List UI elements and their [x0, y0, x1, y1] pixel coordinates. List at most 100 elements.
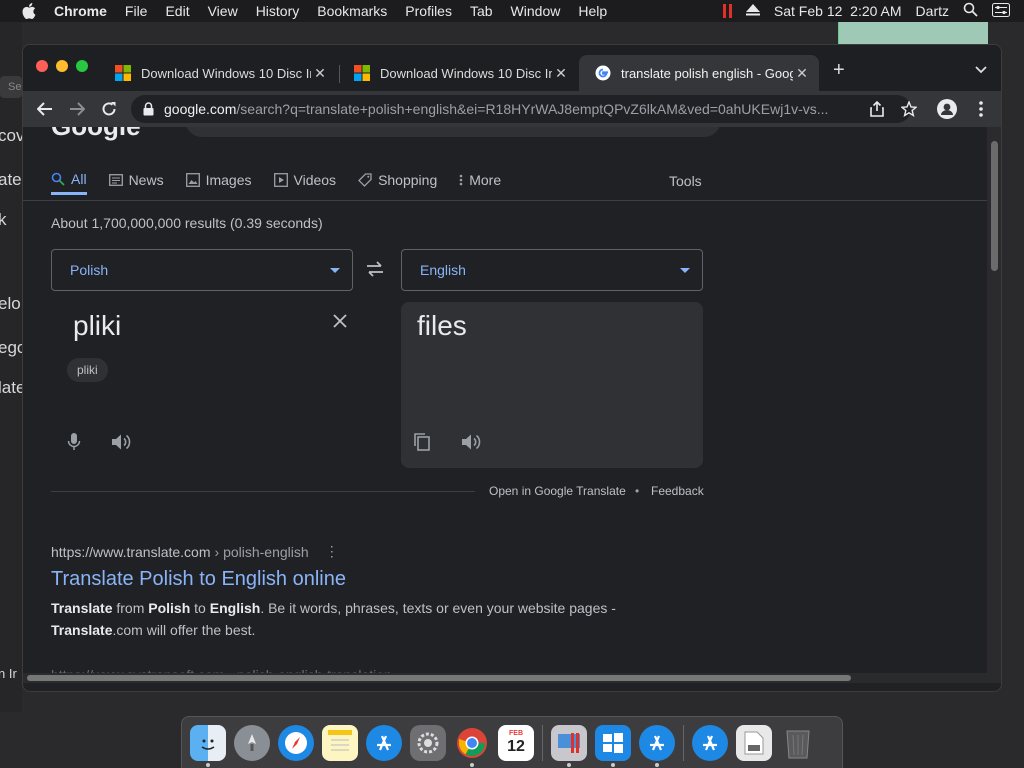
control-center-icon[interactable]	[992, 2, 1010, 20]
result-url-host: https://www.translate.com	[51, 543, 211, 560]
menu-user[interactable]: Dartz	[916, 3, 949, 19]
more-vert-icon	[459, 174, 463, 186]
clear-text-icon[interactable]	[333, 314, 347, 333]
trash-icon[interactable]	[780, 725, 816, 761]
tab-close-icon[interactable]: ✕	[793, 65, 811, 82]
scrollbar-thumb[interactable]	[27, 675, 851, 681]
document-icon[interactable]	[736, 724, 772, 761]
transliteration-chip[interactable]: pliki	[67, 358, 108, 382]
menu-window[interactable]: Window	[511, 3, 561, 19]
microsoft-icon	[354, 65, 370, 81]
close-window-button[interactable]	[36, 60, 48, 72]
menu-file[interactable]: File	[125, 3, 148, 19]
nav-tab-videos[interactable]: Videos	[273, 165, 336, 195]
target-language-select[interactable]: English	[401, 249, 703, 291]
lock-icon[interactable]	[143, 102, 154, 116]
windows-icon[interactable]	[595, 724, 631, 767]
zoom-window-button[interactable]	[76, 60, 88, 72]
menu-profiles[interactable]: Profiles	[405, 3, 452, 19]
bookmark-star-icon[interactable]	[899, 99, 919, 119]
minimize-window-button[interactable]	[56, 60, 68, 72]
speaker-icon[interactable]	[111, 433, 131, 456]
parallels-icon[interactable]	[551, 724, 587, 767]
menu-clock[interactable]: Sat Feb 12 2:20 AM	[774, 3, 902, 19]
apple-icon[interactable]	[20, 0, 38, 22]
nav-tab-label: More	[469, 172, 502, 188]
forward-icon[interactable]	[67, 99, 87, 119]
url-path: /search?q=translate+polish+english&ei=R1…	[236, 101, 829, 117]
desktop-text-fragment: k	[0, 210, 7, 229]
downloads-folder-icon[interactable]	[692, 724, 728, 761]
google-logo[interactable]: Google	[51, 127, 141, 142]
speaker-icon[interactable]	[461, 433, 481, 456]
reload-icon[interactable]	[99, 99, 119, 119]
news-icon	[108, 174, 123, 186]
tab-close-icon[interactable]: ✕	[552, 65, 570, 82]
search-input[interactable]	[185, 127, 721, 137]
parallels-status-icon[interactable]	[722, 4, 732, 18]
notes-icon[interactable]	[322, 724, 358, 761]
desktop-search-fragment[interactable]: Se	[0, 76, 22, 98]
safari-icon[interactable]	[278, 724, 314, 761]
app-store-icon[interactable]	[639, 724, 675, 767]
result-url[interactable]: https://www.translate.com › polish-engli…	[51, 543, 651, 560]
microphone-icon[interactable]	[67, 432, 81, 457]
snippet-bold: Translate	[51, 600, 113, 616]
spotlight-search-icon[interactable]	[963, 2, 978, 20]
feedback-link[interactable]: Feedback	[651, 484, 704, 498]
menu-edit[interactable]: Edit	[165, 3, 189, 19]
tools-button[interactable]: Tools	[669, 173, 702, 189]
menu-history[interactable]: History	[256, 3, 300, 19]
more-options-icon[interactable]: ⋮	[325, 543, 339, 560]
launchpad-icon[interactable]	[234, 724, 270, 761]
copy-icon[interactable]	[413, 432, 431, 457]
scrollbar-thumb[interactable]	[991, 141, 998, 271]
snippet-text: from	[112, 600, 149, 616]
nav-tab-images[interactable]: Images	[185, 165, 252, 195]
nav-tab-more[interactable]: More	[459, 165, 501, 195]
back-icon[interactable]	[35, 99, 55, 119]
result-url-crumb: › polish-english	[214, 543, 309, 560]
finder-icon[interactable]	[190, 724, 226, 767]
nav-tab-label: Images	[205, 172, 252, 188]
nav-tab-shopping[interactable]: Shopping	[358, 165, 437, 195]
source-text-panel[interactable]: pliki pliki	[51, 302, 353, 462]
tab-close-icon[interactable]: ✕	[311, 65, 329, 82]
share-icon[interactable]	[867, 99, 887, 119]
target-language-label: English	[420, 262, 466, 278]
calendar-icon[interactable]: FEB 12	[498, 724, 534, 761]
video-icon	[273, 173, 288, 187]
system-preferences-icon[interactable]	[410, 724, 446, 761]
running-indicator	[611, 762, 615, 767]
menu-tab[interactable]: Tab	[470, 3, 493, 19]
menu-bookmarks[interactable]: Bookmarks	[317, 3, 387, 19]
horizontal-scrollbar[interactable]	[23, 673, 989, 683]
tab-download-windows-1[interactable]: Download Windows 10 Disc Im ✕	[99, 55, 337, 91]
chrome-icon[interactable]	[454, 725, 490, 767]
snippet-text: .com will offer the best.	[112, 622, 256, 638]
page-content: Google All News Images	[23, 127, 989, 683]
menu-view[interactable]: View	[208, 3, 238, 19]
source-text[interactable]: pliki	[73, 310, 121, 342]
new-tab-icon[interactable]: +	[833, 59, 845, 82]
eject-icon[interactable]	[745, 3, 760, 19]
tab-download-windows-2[interactable]: Download Windows 10 Disc Im ✕	[338, 55, 578, 91]
address-bar[interactable]: google.com /search?q=translate+polish+en…	[131, 95, 911, 123]
desktop-window-fragment	[838, 22, 988, 46]
vertical-scrollbar[interactable]	[987, 127, 1001, 683]
chrome-menu-icon[interactable]	[971, 99, 991, 119]
menu-help[interactable]: Help	[578, 3, 607, 19]
nav-tab-label: All	[71, 170, 87, 187]
profile-avatar-icon[interactable]	[937, 99, 957, 119]
nav-tab-news[interactable]: News	[108, 165, 164, 195]
open-in-google-translate-link[interactable]: Open in Google Translate	[489, 484, 626, 498]
app-store-icon[interactable]	[366, 724, 402, 761]
result-title-link[interactable]: Translate Polish to English online	[51, 568, 651, 591]
divider	[51, 491, 475, 492]
nav-tab-all[interactable]: All	[51, 165, 87, 195]
swap-languages-icon[interactable]	[365, 261, 385, 282]
tab-translate-polish-english[interactable]: translate polish english - Goog ✕	[579, 55, 819, 91]
source-language-select[interactable]: Polish	[51, 249, 353, 291]
tab-search-chevron-icon[interactable]	[975, 61, 987, 79]
menu-app-name[interactable]: Chrome	[54, 3, 107, 19]
